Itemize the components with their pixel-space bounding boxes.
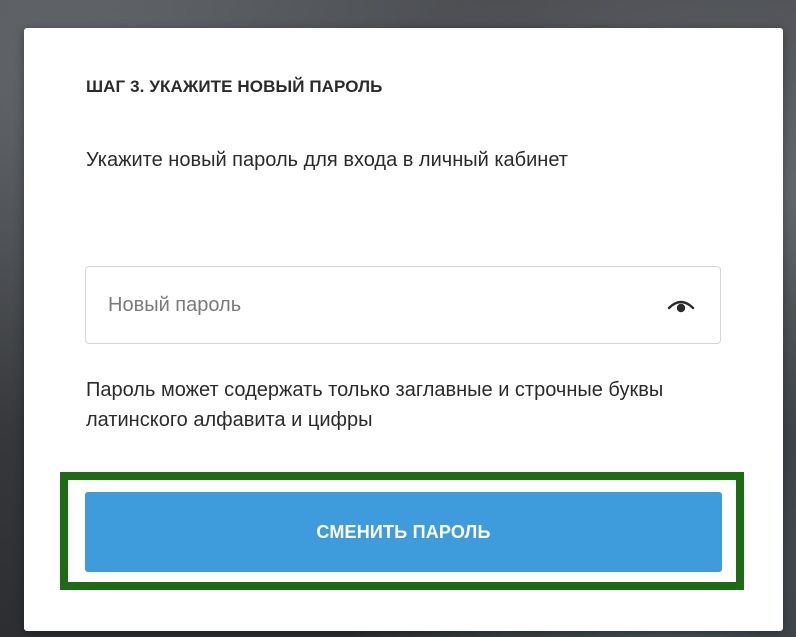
change-password-modal: ШАГ 3. УКАЖИТЕ НОВЫЙ ПАРОЛЬ Укажите новы… xyxy=(24,28,783,631)
password-hint: Пароль может содержать только заглавные … xyxy=(86,379,664,431)
new-password-input[interactable] xyxy=(108,267,648,343)
change-password-button[interactable]: СМЕНИТЬ ПАРОЛЬ xyxy=(85,492,722,572)
description-text: Укажите новый пароль для входа в личный … xyxy=(86,149,568,171)
eye-icon[interactable] xyxy=(666,297,696,315)
new-password-field xyxy=(85,266,721,344)
step-title: ШАГ 3. УКАЖИТЕ НОВЫЙ ПАРОЛЬ xyxy=(86,77,383,96)
